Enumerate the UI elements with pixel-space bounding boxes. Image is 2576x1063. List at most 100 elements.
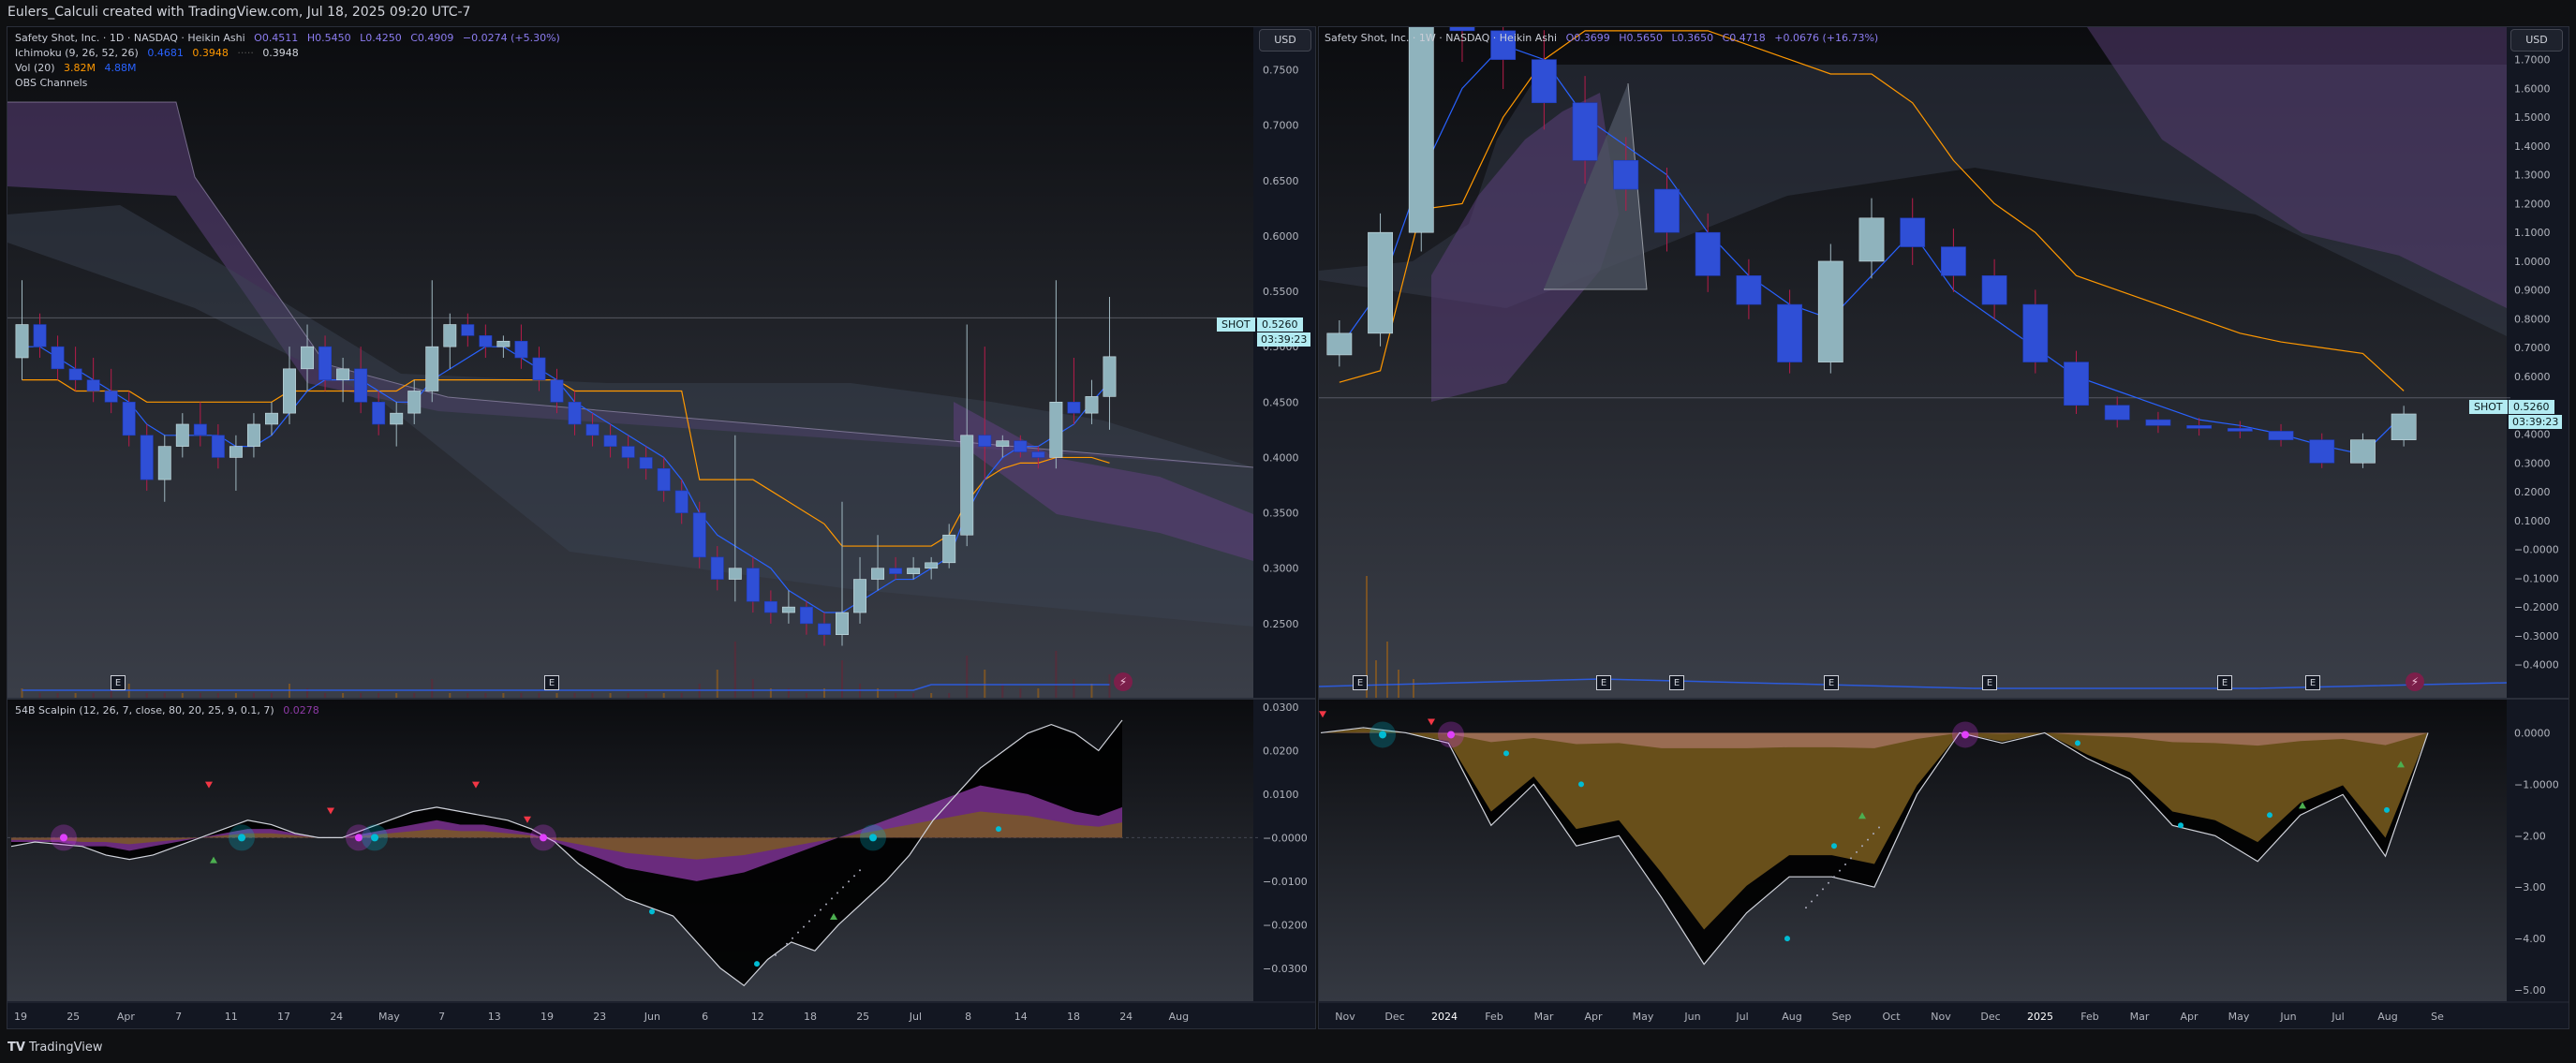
tradingview-footer[interactable]: TV TradingView [7,1037,102,1059]
candle[interactable] [122,402,136,436]
candle[interactable] [657,467,671,492]
candle[interactable] [246,423,260,447]
daily-chart-canvas[interactable]: 0.75000.70000.65000.60000.55000.50000.45… [7,27,1315,1028]
earnings-marker[interactable]: E [544,675,559,690]
candle[interactable] [603,435,617,447]
candle[interactable] [318,346,333,380]
candle[interactable] [1049,402,1063,458]
candle[interactable] [1067,402,1081,414]
chart-panel-daily[interactable]: 0.7500 0.7000 0.6500 0.6000 0.5500 0.5000 0.45… [7,26,1316,1029]
cross-marker[interactable] [2384,806,2390,813]
candle[interactable] [1613,159,1639,190]
earnings-marker[interactable]: E [2217,675,2232,690]
candle[interactable] [2145,419,2171,426]
candle[interactable] [479,335,493,347]
candle[interactable] [157,446,171,480]
earnings-marker[interactable]: E [1824,675,1839,690]
candle[interactable] [407,391,422,414]
candle[interactable] [746,568,760,602]
candle[interactable] [2268,431,2294,440]
candle[interactable] [799,606,813,625]
cross-marker[interactable] [1831,843,1837,849]
candle[interactable] [1031,451,1045,458]
candle[interactable] [1103,356,1117,397]
earnings-marker[interactable]: E [1353,675,1368,690]
candle[interactable] [336,368,350,380]
candle[interactable] [104,391,118,403]
candle[interactable] [532,357,546,380]
candle[interactable] [2104,405,2130,421]
candle[interactable] [443,324,457,347]
candle[interactable] [692,512,706,558]
candle[interactable] [728,568,742,580]
candle[interactable] [1085,396,1099,414]
candle[interactable] [1326,332,1353,356]
candle[interactable] [781,606,795,613]
candle[interactable] [461,324,475,336]
candle[interactable] [1368,231,1393,334]
candle[interactable] [1817,260,1843,362]
candle[interactable] [2309,439,2335,464]
cross-marker[interactable] [1503,750,1509,757]
candle[interactable] [960,435,974,536]
candle[interactable] [390,412,404,425]
candle[interactable] [907,568,921,574]
candle[interactable] [283,368,296,414]
earnings-marker[interactable]: E [2305,675,2320,690]
candle[interactable] [2227,428,2253,432]
candle[interactable] [585,423,600,436]
cross-marker[interactable] [2075,740,2080,746]
signal-dot[interactable] [371,834,378,842]
candle[interactable] [354,368,368,403]
candle[interactable] [568,402,582,425]
oscillator-name[interactable]: 54B Scalpin (12, 26, 7, close, 80, 20, 2… [15,704,274,716]
candle[interactable] [2064,362,2089,406]
cross-marker[interactable] [754,961,760,967]
cross-marker[interactable] [2178,822,2184,829]
candle[interactable] [175,423,189,447]
earnings-marker[interactable]: E [111,675,126,690]
candle[interactable] [372,402,386,425]
candle[interactable] [818,623,831,635]
signal-dot[interactable] [238,834,245,842]
cross-marker[interactable] [2267,812,2273,819]
candle[interactable] [2350,439,2376,464]
earnings-marker[interactable]: E [1596,675,1611,690]
candle[interactable] [978,435,992,447]
weekly-chart-canvas[interactable]: 1.7000 1.6000 1.5000 1.4000 1.3000 1.2000 1.10… [1319,27,2569,1028]
currency-button-weekly[interactable]: USD [2510,29,2563,52]
candle[interactable] [425,346,439,391]
candle[interactable] [1572,102,1598,161]
candle[interactable] [68,368,82,380]
candle[interactable] [211,435,225,458]
candle[interactable] [1531,59,1557,104]
candle[interactable] [942,534,956,564]
candle[interactable] [1695,231,1721,276]
candle[interactable] [193,423,207,436]
candle[interactable] [86,379,100,391]
candle[interactable] [1940,246,1966,276]
candle[interactable] [1981,275,2007,305]
candle[interactable] [639,457,653,469]
signal-dot[interactable] [869,834,877,842]
candle[interactable] [496,340,511,347]
lightning-icon[interactable]: ⚡ [2406,672,2424,691]
candle[interactable] [836,612,849,635]
candle[interactable] [1408,27,1434,233]
candle[interactable] [33,324,47,347]
candle[interactable] [514,340,528,359]
candle[interactable] [1654,188,1680,233]
chart-panel-weekly[interactable]: 1.7000 1.6000 1.5000 1.4000 1.3000 1.2000 1.10… [1318,26,2569,1029]
ichimoku-label[interactable]: Ichimoku (9, 26, 52, 26) [15,47,139,59]
cross-marker[interactable] [1578,781,1584,788]
candle[interactable] [996,440,1010,447]
obs-channels-label[interactable]: OBS Channels [15,77,87,89]
candle[interactable] [889,568,903,574]
earnings-marker[interactable]: E [1982,675,1997,690]
earnings-marker[interactable]: E [1669,675,1684,690]
cross-marker[interactable] [649,908,655,915]
candle[interactable] [1777,303,1803,362]
candle[interactable] [229,446,243,458]
signal-dot[interactable] [355,834,363,842]
cross-marker[interactable] [1784,936,1790,942]
